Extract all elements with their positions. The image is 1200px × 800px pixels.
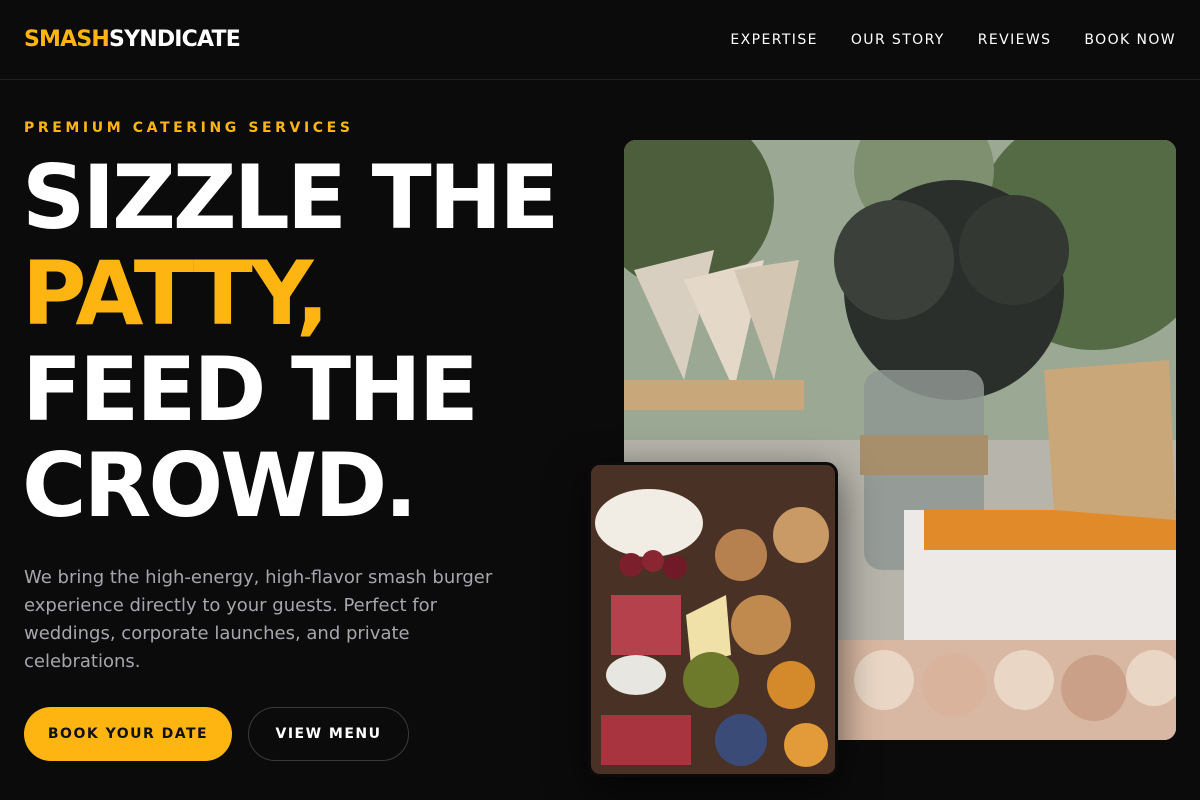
charcuterie-board-photo [588, 462, 838, 777]
main-nav: EXPERTISE OUR STORY REVIEWS BOOK NOW [730, 30, 1176, 50]
brand-logo-part1: SMASH [24, 27, 110, 52]
hero-description: We bring the high-energy, high-flavor sm… [24, 567, 493, 672]
charcuterie-illustration [591, 465, 835, 774]
site-header: SMASHSYNDICATE EXPERTISE OUR STORY REVIE… [0, 0, 1200, 80]
brand-logo-part2: SYNDICATE [109, 27, 241, 52]
hero-headline: SIZZLE THE PATTY, FEED THE CROWD. [22, 146, 559, 537]
nav-item-reviews[interactable]: REVIEWS [978, 30, 1052, 50]
nav-item-book-now[interactable]: BOOK NOW [1084, 30, 1176, 50]
headline-line-4: CROWD. [22, 434, 418, 537]
headline-line-1: SIZZLE THE [22, 146, 559, 249]
nav-item-our-story[interactable]: OUR STORY [851, 30, 945, 50]
view-menu-button[interactable]: VIEW MENU [248, 707, 409, 761]
brand-logo[interactable]: SMASHSYNDICATE [24, 26, 241, 54]
nav-item-expertise[interactable]: EXPERTISE [730, 30, 817, 50]
headline-line-3: FEED THE [22, 338, 479, 441]
book-your-date-button[interactable]: BOOK YOUR DATE [24, 707, 232, 761]
headline-line-2: PATTY, [22, 242, 329, 345]
hero-eyebrow: PREMIUM CATERING SERVICES [24, 120, 354, 136]
